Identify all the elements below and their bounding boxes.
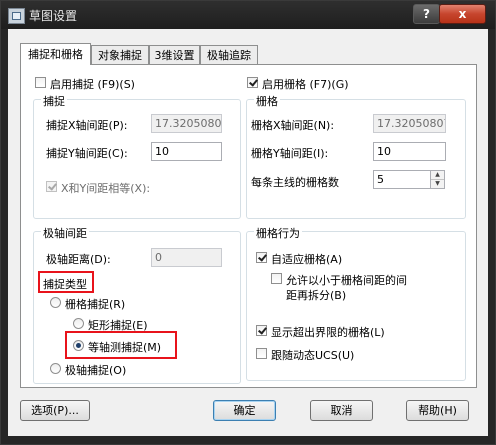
major-line-input[interactable]: 5 [373,170,431,189]
tab-polar-tracking[interactable]: 极轴追踪 [200,45,258,64]
grid-y-spacing-label: 栅格Y轴间距(I): [251,147,329,160]
major-line-label: 每条主线的栅格数 [251,176,339,189]
grid-behavior-title: 栅格行为 [254,225,302,241]
follow-ucs-label[interactable]: 跟随动态UCS(U) [271,347,354,363]
grid-snap-radio[interactable] [50,297,61,308]
grid-x-spacing-label: 栅格X轴间距(N): [251,119,335,132]
window-title: 草图设置 [29,9,78,23]
enable-grid-checkbox[interactable] [247,77,258,88]
grid-snap-label[interactable]: 栅格捕捉(R) [65,296,125,312]
stepper-up-icon[interactable]: ▲ [431,171,444,180]
app-icon [8,8,25,24]
iso-snap-radio[interactable] [73,340,84,351]
options-button[interactable]: 选项(P)... [20,400,90,421]
stepper-down-icon[interactable]: ▼ [431,180,444,188]
close-button[interactable]: x [439,4,486,24]
grid-x-spacing-input[interactable]: 17.32050807 [373,114,446,133]
iso-snap-label[interactable]: 等轴测捕捉(M) [88,339,161,355]
enable-snap-label[interactable]: 启用捕捉 (F9)(S) [50,76,135,92]
snap-x-spacing-label: 捕捉X轴间距(P): [46,119,128,132]
title-bar[interactable]: 草图设置 ? x [1,1,495,29]
enable-snap-checkbox[interactable] [35,77,46,88]
cancel-button[interactable]: 取消 [310,400,373,421]
polar-distance-input[interactable]: 0 [151,248,222,267]
help-button[interactable]: 帮助(H) [406,400,469,421]
tab-object-snap[interactable]: 对象捕捉 [91,45,149,64]
enable-grid-label[interactable]: 启用栅格 (F7)(G) [262,76,349,92]
adaptive-grid-label[interactable]: 自适应栅格(A) [271,251,342,267]
snap-y-spacing-label: 捕捉Y轴间距(C): [46,147,128,160]
subdivide-label-line2[interactable]: 距再拆分(B) [286,287,346,303]
polar-distance-label: 极轴距离(D): [46,253,111,266]
snap-x-spacing-input[interactable]: 17.32050807 [151,114,222,133]
beyond-limits-label[interactable]: 显示超出界限的栅格(L) [271,324,385,340]
ok-button[interactable]: 确定 [213,400,276,421]
grid-group-title: 栅格 [254,93,280,109]
tab-snap-grid[interactable]: 捕捉和栅格 [20,43,91,65]
equal-spacing-checkbox[interactable] [46,181,57,192]
subdivide-label-line1[interactable]: 允许以小于栅格间距的间 [286,272,407,288]
tab-3d-settings[interactable]: 3维设置 [149,45,200,64]
grid-y-spacing-input[interactable]: 10 [373,142,446,161]
beyond-limits-checkbox[interactable] [256,325,267,336]
dialog-client: 捕捉和栅格 对象捕捉 3维设置 极轴追踪 启用捕捉 (F9)(S) 捕捉 捕捉X… [8,29,488,436]
polar-spacing-title: 极轴间距 [41,225,89,241]
dialog-window: 草图设置 ? x 捕捉和栅格 对象捕捉 3维设置 极轴追踪 启用捕捉 (F9)(… [0,0,496,445]
adaptive-grid-checkbox[interactable] [256,252,267,263]
subdivide-checkbox[interactable] [271,273,282,284]
equal-spacing-label[interactable]: X和Y间距相等(X): [61,180,150,196]
major-line-stepper[interactable]: ▲ ▼ [430,170,445,189]
snap-y-spacing-input[interactable]: 10 [151,142,222,161]
snap-group-title: 捕捉 [41,93,67,109]
follow-ucs-checkbox[interactable] [256,348,267,359]
help-title-button[interactable]: ? [413,4,440,24]
polar-snap-label[interactable]: 极轴捕捉(O) [65,362,126,378]
rect-snap-radio[interactable] [73,318,84,329]
snap-type-highlight [38,271,94,293]
polar-snap-radio[interactable] [50,363,61,374]
tab-panel: 启用捕捉 (F9)(S) 捕捉 捕捉X轴间距(P): 17.32050807 捕… [20,64,477,388]
